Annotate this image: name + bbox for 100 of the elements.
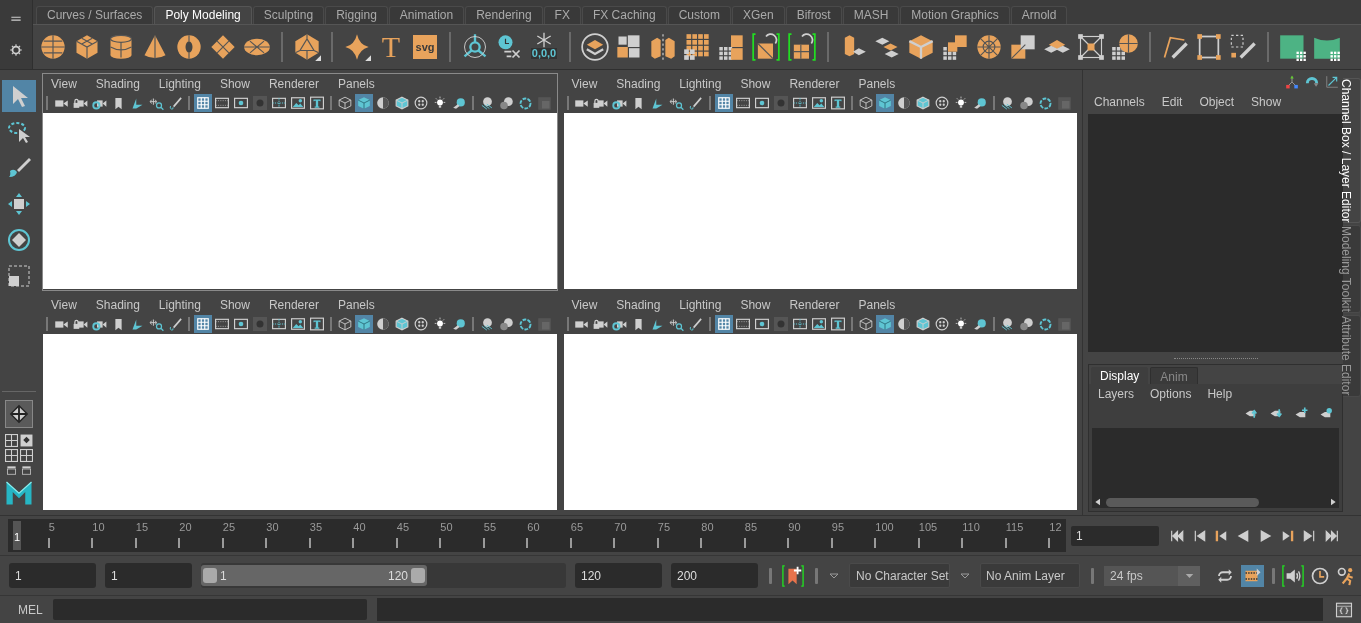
cylinder-icon[interactable]: [107, 33, 135, 61]
layers-circle-icon[interactable]: [581, 33, 609, 61]
viewport-menu[interactable]: Show: [219, 295, 250, 314]
layer-dot-icon[interactable]: [1319, 406, 1334, 420]
ambient-occlusion-icon[interactable]: [1000, 95, 1015, 111]
end-time-field[interactable]: 200: [671, 563, 758, 588]
split-square-icon[interactable]: [1009, 33, 1037, 61]
time-slider[interactable]: 1 5 10 15 20 25 30 35 40 45 50 55 60 65 70 75 80 85 90 95 100 105 110 115 12: [8, 519, 1066, 552]
motion-blur-icon[interactable]: [498, 316, 514, 332]
playback-end-field[interactable]: 120: [575, 563, 662, 588]
step-forward-icon[interactable]: [1302, 528, 1316, 543]
scroll-left-icon[interactable]: [1094, 498, 1102, 506]
safe-action-toggle[interactable]: [809, 315, 828, 333]
previous-key-icon[interactable]: [1214, 528, 1228, 543]
viewport-menu[interactable]: Lighting: [679, 74, 722, 93]
diamond-icon[interactable]: [209, 33, 237, 61]
go-to-start-icon[interactable]: [1169, 528, 1186, 543]
playback-start-field[interactable]: 1: [105, 563, 192, 588]
fps-dropdown[interactable]: 24 fps: [1104, 565, 1200, 586]
layer-editor-menu[interactable]: Options: [1150, 384, 1192, 403]
shelf-tab[interactable]: Arnold: [1010, 6, 1068, 24]
new-layer-icon[interactable]: [1294, 406, 1309, 420]
safe-title-toggle[interactable]: [308, 94, 326, 112]
half-sphere-toggle[interactable]: [374, 315, 392, 333]
layer-tab[interactable]: Anim: [1150, 367, 1198, 384]
shelf-tab[interactable]: Sculpting: [252, 6, 325, 24]
viewport-menu[interactable]: Renderer: [789, 295, 840, 314]
range-handle[interactable]: [203, 568, 217, 583]
diagonal-arrow-icon[interactable]: [1325, 75, 1339, 89]
shelf-tab[interactable]: FX: [543, 6, 581, 24]
cube-icon[interactable]: [73, 33, 101, 61]
pencil-icon[interactable]: [688, 316, 703, 332]
viewport-menu[interactable]: View: [571, 74, 598, 93]
pivot-icon[interactable]: [461, 33, 489, 61]
anim-layer-field[interactable]: No Anim Layer: [980, 563, 1080, 588]
layer-editor-menu[interactable]: Layers: [1098, 384, 1135, 403]
pane-layout-icon[interactable]: [20, 466, 33, 475]
viewport-menu[interactable]: Shading: [95, 295, 140, 314]
shelf-tab[interactable]: Animation: [388, 6, 465, 24]
script-editor-icon[interactable]: [1335, 600, 1353, 619]
wire-cube-toggle[interactable]: [393, 315, 411, 333]
shelf-tab[interactable]: XGen: [731, 6, 785, 24]
safe-title-toggle[interactable]: [828, 315, 847, 333]
shelf-tab[interactable]: Custom: [667, 6, 731, 24]
clock-arrows-icon[interactable]: [1310, 565, 1330, 586]
channel-box-menu[interactable]: Channels: [1094, 93, 1145, 111]
viewport-menu[interactable]: Renderer: [268, 295, 319, 314]
material-square-icon[interactable]: [1279, 33, 1307, 61]
viewport-menu[interactable]: View: [571, 295, 598, 314]
dotted-sphere-toggle[interactable]: [412, 315, 430, 333]
safe-action-toggle[interactable]: [289, 315, 307, 333]
range-handle[interactable]: [411, 568, 425, 583]
side-tab[interactable]: Attribute Editor: [1343, 315, 1361, 397]
shaded-cube-toggle[interactable]: [355, 315, 373, 333]
grid-toggle[interactable]: [714, 315, 733, 333]
axes-icon[interactable]: [1285, 75, 1299, 89]
current-frame-field[interactable]: 1: [1071, 525, 1159, 546]
shelf-tab[interactable]: Rendering: [465, 6, 543, 24]
shelf-tab[interactable]: Curves / Surfaces: [36, 6, 154, 24]
pane-layout-icon[interactable]: [20, 449, 33, 462]
freeze-button[interactable]: 0,0,0: [529, 32, 559, 62]
layer-editor-menu[interactable]: Help: [1207, 384, 1233, 403]
key-bookmark-button[interactable]: [782, 563, 804, 588]
sphere-icon[interactable]: [39, 33, 67, 61]
motion-blur-icon[interactable]: [498, 95, 514, 111]
anti-alias-icon[interactable]: [517, 316, 533, 332]
anti-alias-icon[interactable]: [1038, 95, 1053, 111]
viewport-menu[interactable]: Panels: [337, 295, 375, 314]
viewport-menu[interactable]: Panels: [858, 74, 896, 93]
wire-cube-toggle[interactable]: [393, 94, 411, 112]
bevel-cube-icon[interactable]: [907, 33, 935, 61]
viewport-menu[interactable]: Shading: [616, 74, 661, 93]
squares-icon[interactable]: [615, 33, 643, 61]
gate-mask-toggle[interactable]: [251, 315, 269, 333]
anti-alias-icon[interactable]: [517, 95, 533, 111]
sound-button[interactable]: [1282, 563, 1304, 588]
half-sphere-toggle[interactable]: [374, 94, 392, 112]
shelf-tab[interactable]: Rigging: [325, 6, 388, 24]
ambient-occlusion-icon[interactable]: [1000, 316, 1015, 332]
go-to-end-icon[interactable]: [1323, 528, 1340, 543]
running-figure-icon[interactable]: [1336, 565, 1356, 586]
ambient-occlusion-icon[interactable]: [479, 316, 495, 332]
edit-pencil-icon[interactable]: [1229, 33, 1257, 61]
shelf-tab[interactable]: Poly Modeling: [154, 6, 252, 24]
pane-layout-icon[interactable]: [5, 449, 18, 462]
scrollbar-thumb[interactable]: [1106, 497, 1259, 507]
viewport-menu[interactable]: Renderer: [789, 74, 840, 93]
viewport-menu[interactable]: Show: [219, 74, 250, 93]
shaded-cube-toggle[interactable]: [875, 315, 894, 333]
command-language-label[interactable]: MEL: [18, 600, 43, 619]
split-blocks-icon[interactable]: [649, 33, 677, 61]
dotted-sphere-toggle[interactable]: [412, 94, 430, 112]
pane-layout-icon[interactable]: [20, 434, 33, 447]
pane-layout-icon[interactable]: [5, 434, 18, 447]
channel-box-menu[interactable]: Show: [1251, 93, 1282, 111]
current-frame-marker[interactable]: 1: [13, 521, 21, 550]
grid-squares-icon[interactable]: [683, 33, 711, 61]
character-set-field[interactable]: No Character Set: [849, 563, 950, 588]
step-back-icon[interactable]: [1193, 528, 1207, 543]
viewport-menu[interactable]: Panels: [337, 74, 375, 93]
